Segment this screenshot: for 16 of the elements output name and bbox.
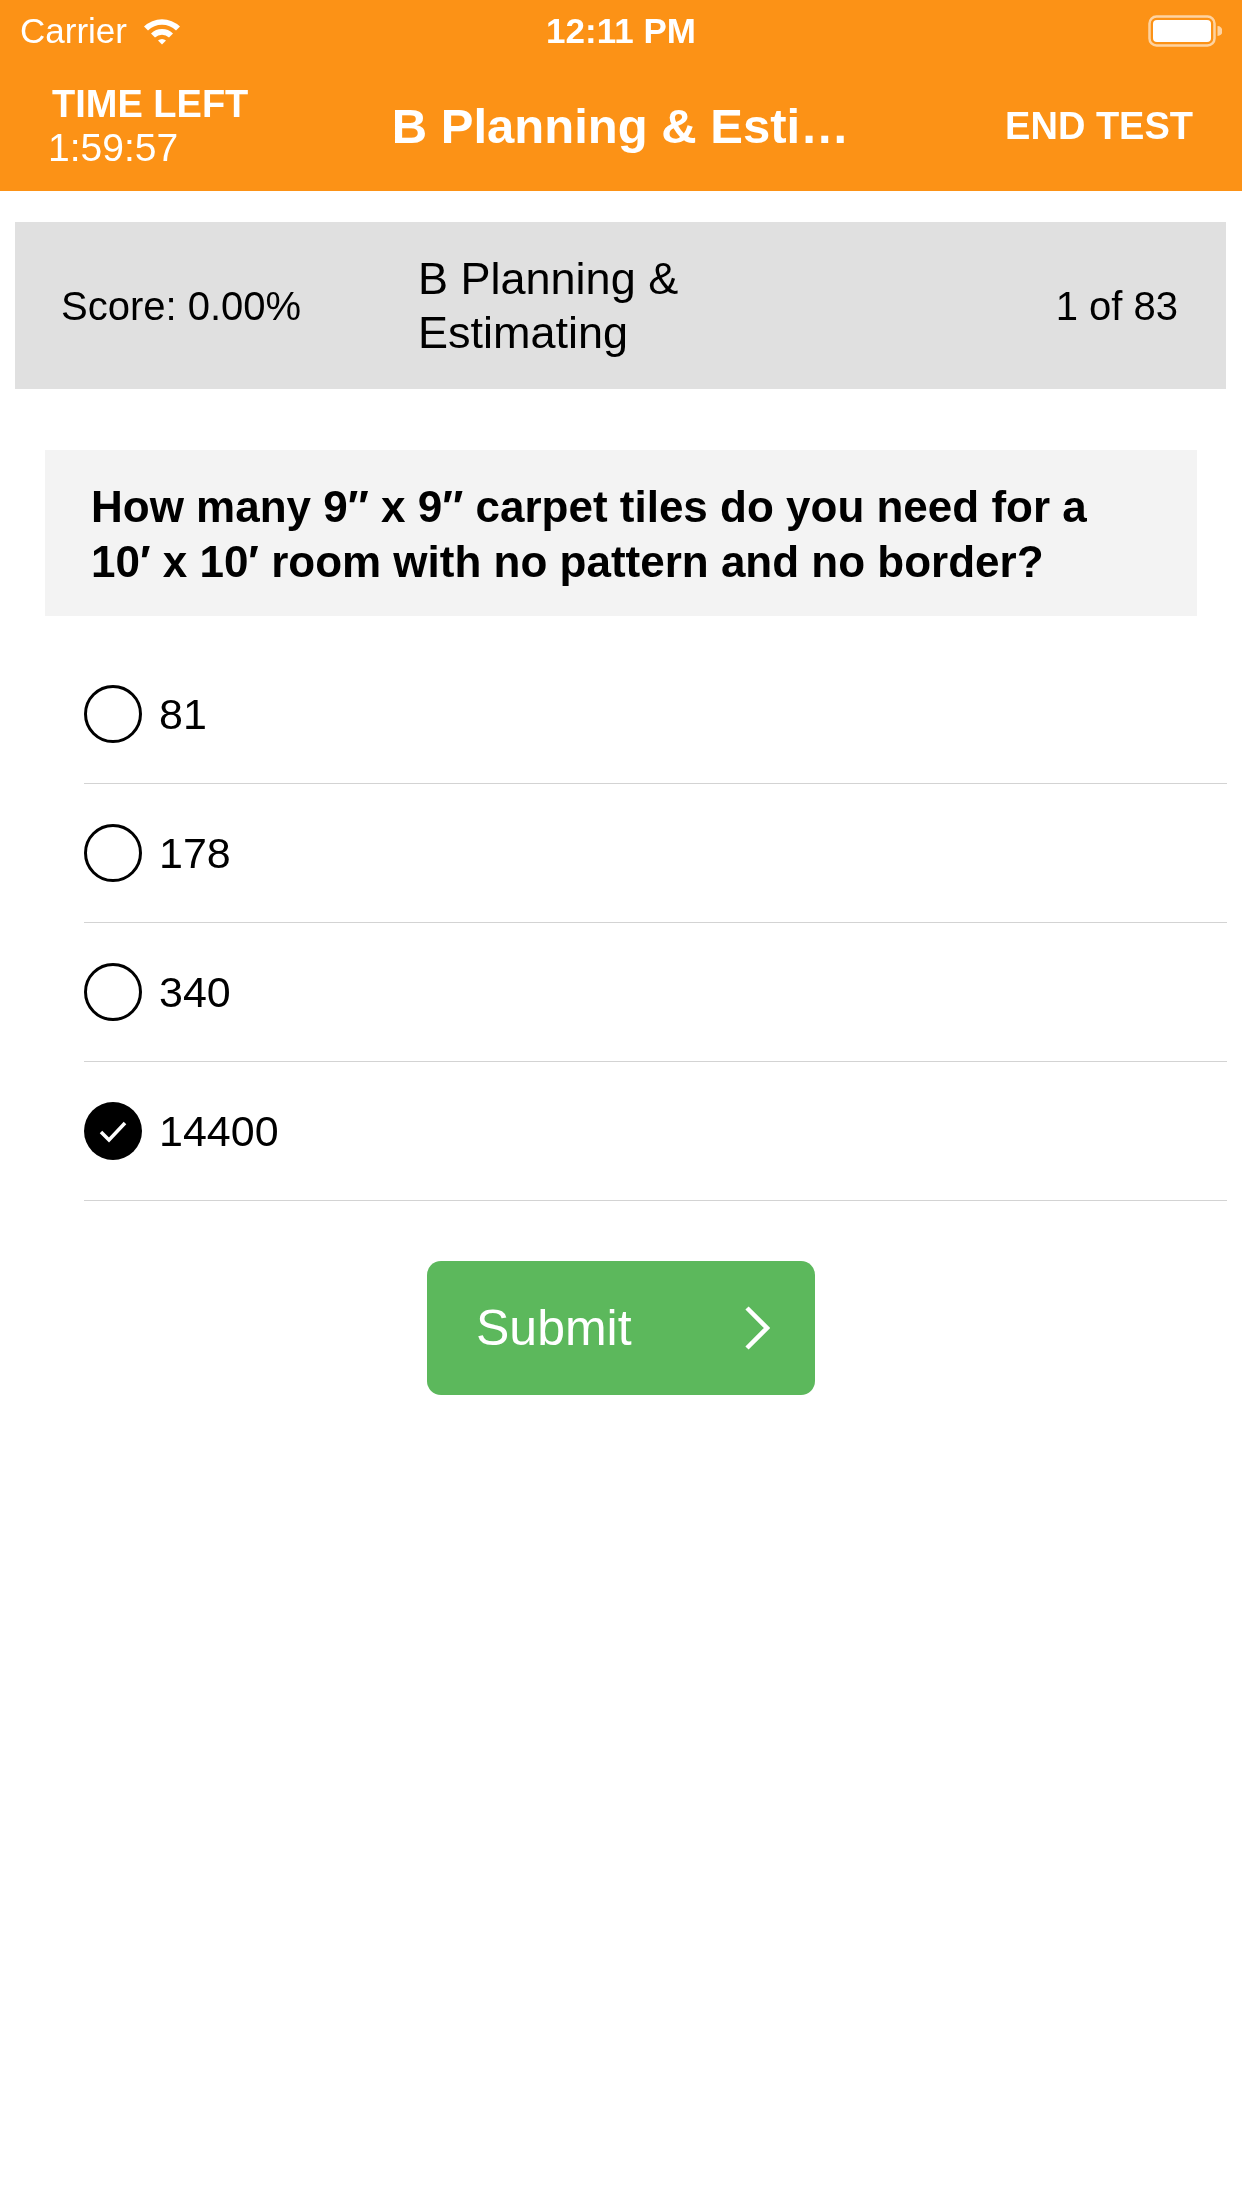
answer-option[interactable]: 14400 <box>84 1062 1227 1201</box>
score-text: Score: 0.00% <box>61 282 303 330</box>
category-text: B Planning & Estimating <box>418 251 680 360</box>
answer-option[interactable]: 340 <box>84 923 1227 1062</box>
battery-icon <box>1148 15 1222 47</box>
timer-label: TIME LEFT <box>51 83 250 126</box>
header-title: B Planning & Esti… <box>391 97 850 155</box>
chevron-right-icon <box>744 1305 770 1351</box>
wifi-icon <box>142 17 181 45</box>
question-counter: 1 of 83 <box>1055 282 1178 330</box>
answer-option[interactable]: 81 <box>84 645 1227 784</box>
clock-time: 12:11 PM <box>546 9 696 52</box>
answer-option[interactable]: 178 <box>84 784 1227 923</box>
carrier-name: Carrier <box>20 9 127 52</box>
timer-value: 1:59:57 <box>48 125 180 170</box>
question-text: How many 9″ x 9″ carpet tiles do you need for a 10′ x 10′ room with no pattern and no border? <box>91 481 1088 588</box>
